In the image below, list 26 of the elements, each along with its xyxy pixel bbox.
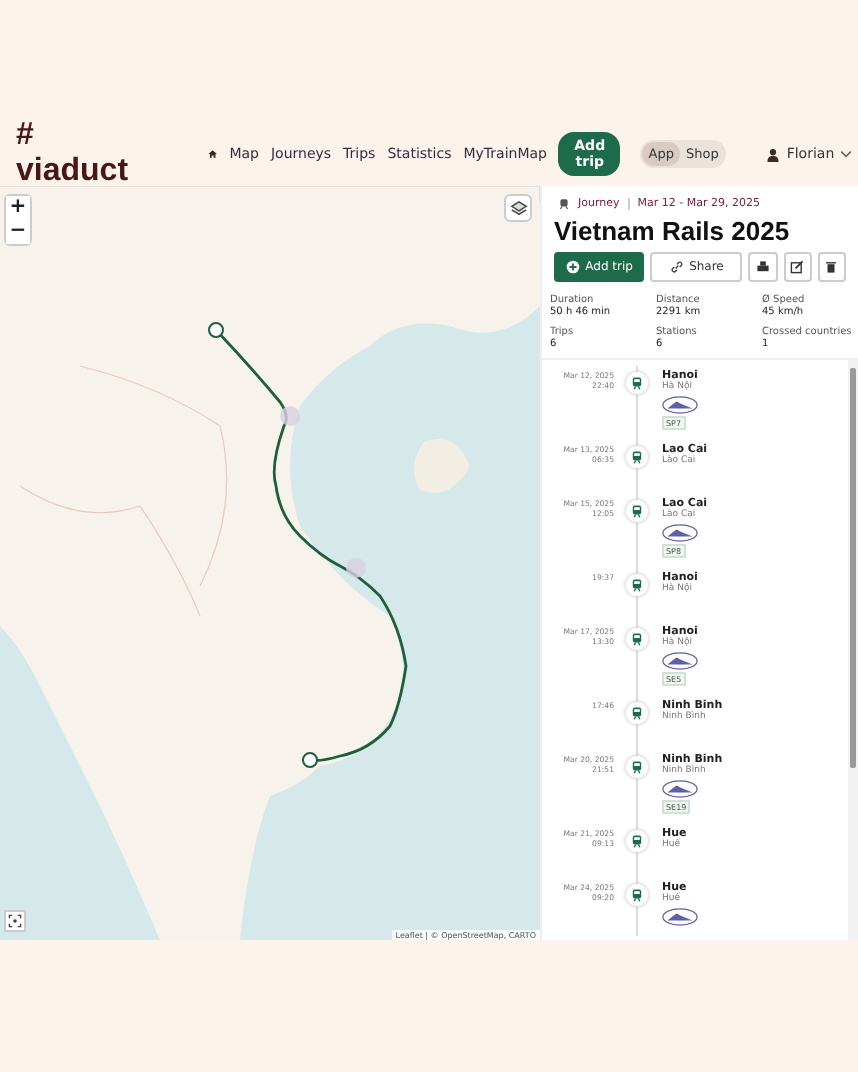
train-icon xyxy=(625,884,647,906)
train-icon xyxy=(625,574,647,596)
train-icon xyxy=(625,500,647,522)
print-icon xyxy=(755,260,770,274)
trash-icon xyxy=(824,260,839,274)
train-icon xyxy=(558,198,570,210)
scrollbar[interactable] xyxy=(848,360,858,940)
link-icon xyxy=(669,260,684,274)
plus-circle-icon xyxy=(565,260,580,274)
train-icon xyxy=(625,372,647,394)
train-icon xyxy=(625,702,647,724)
train-icon xyxy=(625,756,647,778)
train-icon xyxy=(625,830,647,852)
edit-icon xyxy=(790,260,805,274)
journey-title: Vietnam Rails 2025 xyxy=(554,216,792,246)
train-icon xyxy=(625,628,647,650)
user-icon xyxy=(766,147,781,161)
chevron-icon xyxy=(840,150,853,158)
fit-bounds-button[interactable] xyxy=(4,910,26,932)
edit-button[interactable] xyxy=(783,252,812,282)
layers-button[interactable] xyxy=(504,194,532,222)
brand-logo[interactable]: # viaduct xyxy=(16,118,129,190)
print-button[interactable] xyxy=(748,252,778,282)
delete-button[interactable] xyxy=(817,252,846,282)
home-icon[interactable] xyxy=(208,146,218,162)
train-icon xyxy=(625,446,647,468)
